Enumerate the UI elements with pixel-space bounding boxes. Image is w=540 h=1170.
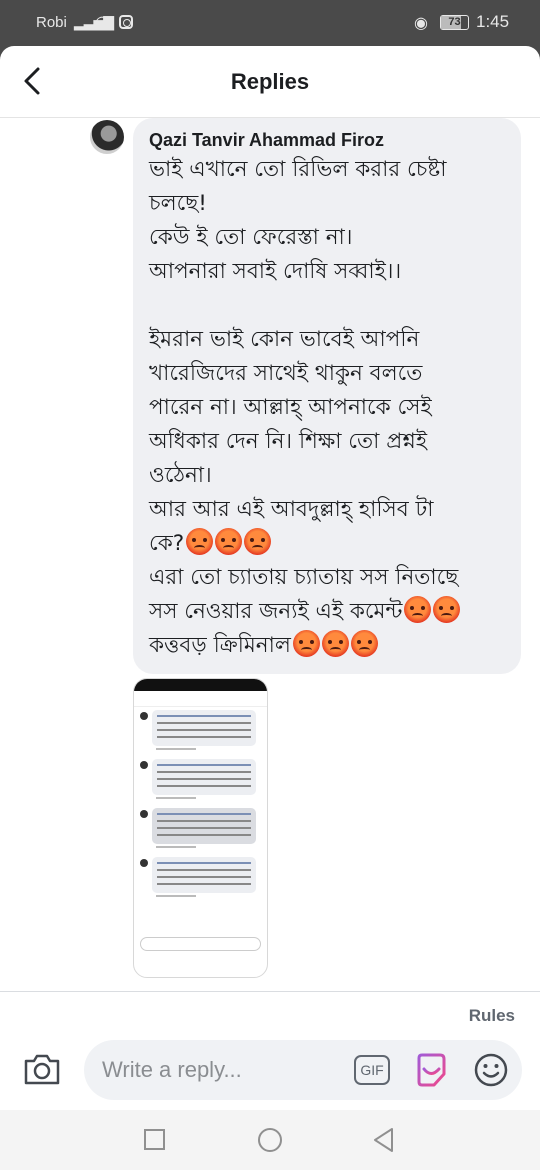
- thumb-nav: [134, 959, 267, 971]
- comment-line-text: ওঠেনা।: [149, 463, 212, 488]
- comment-line: ওঠেনা।: [149, 459, 505, 493]
- comment-line-text: পারেন না। আল্লাহ্ আপনাকে সেই: [149, 395, 432, 420]
- page-title: Replies: [230, 69, 310, 94]
- instagram-icon: [119, 15, 133, 29]
- reply-composer: GIF: [0, 1036, 540, 1110]
- eye-comfort-icon: ◉: [414, 15, 428, 32]
- comment-line-text: ইমরান ভাই কোন ভাবেই আপনি: [149, 327, 420, 352]
- comment-line: সস নেওয়ার জন্যই এই কমেন্ট: [149, 595, 505, 629]
- comment-line-text: আর আর এই আবদুল্লাহ্ হাসিব টা: [149, 497, 434, 522]
- comment-line: ভাই এখানে তো রিভিল করার চেষ্টা: [149, 153, 505, 187]
- thumb-row: [138, 808, 263, 854]
- camera-icon: [24, 1054, 60, 1085]
- comment-line: [149, 289, 505, 323]
- wifi-icon: ◠: [95, 14, 109, 31]
- comment-line-text: ভাই এখানে তো রিভিল করার চেষ্টা: [149, 157, 447, 182]
- clock: 1:45: [476, 12, 510, 31]
- avatar[interactable]: [90, 120, 124, 154]
- comment-line-text: কেউ ই তো ফেরেস্তা না।: [149, 225, 353, 250]
- comment-line-text: চলছে!: [149, 191, 207, 216]
- thumb-row: [138, 710, 263, 756]
- comment-line: ইমরান ভাই কোন ভাবেই আপনি: [149, 323, 505, 357]
- angry-face-icon: [215, 528, 243, 555]
- header: Replies: [0, 46, 540, 118]
- comment-line: আপনারা সবাই দোষি সব্বাই।।: [149, 255, 505, 289]
- comment-line-text: কে?: [149, 531, 185, 556]
- comment-line: চলছে!: [149, 187, 505, 221]
- sticker-icon: [417, 1053, 446, 1087]
- attached-screenshot-image[interactable]: [133, 678, 268, 978]
- comment-bubble[interactable]: Qazi Tanvir Ahammad Firoz ভাই এখানে তো র…: [133, 118, 521, 674]
- comment-line: কেউ ই তো ফেরেস্তা না।: [149, 221, 505, 255]
- angry-face-icon: [321, 630, 349, 657]
- comment-line-text: অধিকার দেন নি। শিক্ষা তো প্রশ্নই: [149, 429, 427, 454]
- thumb-input: [140, 937, 261, 951]
- replies-sheet: Replies Qazi Tanvir Ahammad Firoz ভাই এখ…: [0, 46, 540, 1110]
- angry-face-icon: [244, 528, 272, 555]
- rules-link[interactable]: Rules: [469, 1006, 515, 1026]
- emoji-icon: [474, 1053, 508, 1087]
- comment-text: ভাই এখানে তো রিভিল করার চেষ্টা চলছে! কেউ ই…: [149, 153, 505, 663]
- thumb-header: [134, 691, 267, 707]
- angry-face-icon: [433, 596, 461, 623]
- divider: [0, 991, 540, 992]
- camera-button[interactable]: [22, 1051, 62, 1087]
- thumb-row: [138, 857, 263, 903]
- comment-line: অধিকার দেন নি। শিক্ষা তো প্রশ্নই: [149, 425, 505, 459]
- sticker-button[interactable]: [414, 1052, 448, 1088]
- emoji-button[interactable]: [473, 1052, 509, 1088]
- home-icon[interactable]: [258, 1128, 282, 1152]
- reply-input[interactable]: [102, 1052, 352, 1088]
- carrier-name: Robi: [36, 14, 67, 31]
- system-nav-bar: [0, 1110, 540, 1170]
- angry-face-icon: [350, 630, 378, 657]
- comment-line: কত্তবড় ক্রিমিনাল: [149, 629, 505, 663]
- thumb-status-bar: [134, 679, 267, 691]
- angry-face-icon: [292, 630, 320, 657]
- battery-percent: 73: [448, 16, 461, 28]
- status-bar: Robi ▂▃▅▇ ◠ ◉ 73 1:45: [0, 0, 540, 46]
- comment-line: এরা তো চ্যাতায় চ্যাতায় সস নিতাছে: [149, 561, 505, 595]
- thumb-row: [138, 759, 263, 805]
- comment-line-text: এরা তো চ্যাতায় চ্যাতায় সস নিতাছে: [149, 565, 459, 590]
- recent-apps-icon[interactable]: [144, 1129, 165, 1150]
- comment-line-text: খারেজিদের সাথেই থাকুন বলতে: [149, 361, 423, 386]
- battery-icon: 73: [440, 15, 469, 30]
- comment-line: পারেন না। আল্লাহ্ আপনাকে সেই: [149, 391, 505, 425]
- comment-line-text: কত্তবড় ক্রিমিনাল: [149, 633, 291, 658]
- comment-line: খারেজিদের সাথেই থাকুন বলতে: [149, 357, 505, 391]
- comment-author[interactable]: Qazi Tanvir Ahammad Firoz: [149, 130, 505, 151]
- comment-line: আর আর এই আবদুল্লাহ্ হাসিব টা: [149, 493, 505, 527]
- back-icon[interactable]: [372, 1127, 396, 1153]
- gif-button[interactable]: GIF: [354, 1055, 390, 1085]
- comment-line: কে?: [149, 527, 505, 561]
- comment-line-text: আপনারা সবাই দোষি সব্বাই।।: [149, 259, 402, 284]
- comment-line-text: সস নেওয়ার জন্যই এই কমেন্ট: [149, 599, 403, 624]
- angry-face-icon: [404, 596, 432, 623]
- angry-face-icon: [186, 528, 214, 555]
- reply-box: GIF: [84, 1040, 522, 1100]
